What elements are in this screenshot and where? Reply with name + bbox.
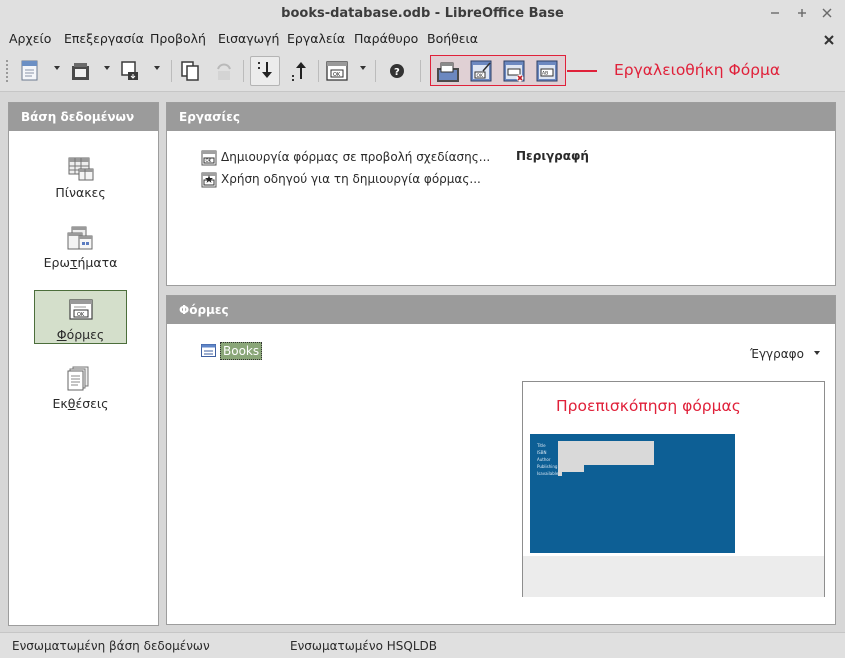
toolbar-separator xyxy=(243,60,244,82)
menu-file[interactable]: Αρχείο xyxy=(9,31,51,46)
open-dropdown-arrow-icon[interactable] xyxy=(104,66,110,70)
new-dropdown-arrow-icon[interactable] xyxy=(54,66,60,70)
svg-text:OK: OK xyxy=(477,73,485,79)
menu-bar: Αρχείο Επεξεργασία Προβολή Εισαγωγή Εργα… xyxy=(0,28,845,50)
status-database-type: Ενσωματωμένη βάση δεδομένων xyxy=(12,639,210,653)
database-panel: Βάση δεδομένων Πίνακες Ερωτήματα OK Φόρμ… xyxy=(8,102,159,626)
description-label: Περιγραφή xyxy=(516,149,589,163)
form-object-dropdown-arrow-icon[interactable] xyxy=(360,66,366,70)
svg-text:AB: AB xyxy=(542,71,548,77)
form-object-icon[interactable]: OK xyxy=(325,59,349,83)
menu-edit[interactable]: Επεξεργασία xyxy=(64,31,144,46)
toolbar-separator xyxy=(420,60,421,82)
form-toolbar-annotation: Εργαλειοθήκη Φόρμα xyxy=(614,61,781,79)
category-queries[interactable]: Ερωτήματα xyxy=(34,219,127,273)
minimize-icon[interactable] xyxy=(766,4,784,22)
preview-field-label: Publishing xyxy=(537,464,558,469)
window-title: books-database.odb - LibreOffice Base xyxy=(281,6,564,21)
tasks-panel: Εργασίες OK Δημιουργία φόρμας σε προβολή… xyxy=(166,102,836,286)
form-wizard-icon xyxy=(201,172,217,188)
tables-icon xyxy=(67,155,94,181)
delete-form-icon[interactable] xyxy=(502,59,526,83)
status-bar: Ενσωματωμένη βάση δεδομένων Ενσωματωμένο… xyxy=(0,632,845,658)
category-queries-label: Ερωτήματα xyxy=(43,255,118,270)
category-reports[interactable]: Εκθέσεις xyxy=(34,360,127,414)
close-document-icon[interactable] xyxy=(823,30,835,50)
preview-field-label: ISBN xyxy=(537,450,547,455)
form-preview-footer xyxy=(523,556,824,597)
form-list-item-label: Books xyxy=(220,342,263,360)
svg-text:OK: OK xyxy=(77,312,85,318)
category-forms[interactable]: OK Φόρμες xyxy=(34,290,127,344)
chevron-down-icon[interactable] xyxy=(814,351,820,355)
save-icon[interactable] xyxy=(119,59,143,83)
category-tables-label: Πίνακες xyxy=(55,185,106,200)
toolbar-separator xyxy=(375,60,376,82)
sort-ascending-icon[interactable] xyxy=(287,59,311,83)
maximize-icon[interactable] xyxy=(793,4,811,22)
svg-text:OK: OK xyxy=(333,72,341,78)
form-preview-image: Title ISBN Author Publishing Isavailable xyxy=(523,428,824,556)
open-icon[interactable] xyxy=(69,59,93,83)
edit-form-icon[interactable]: OK xyxy=(469,59,493,83)
form-item-icon xyxy=(201,344,217,357)
form-design-icon: OK xyxy=(201,150,217,166)
preview-field-box xyxy=(558,441,654,465)
title-bar: books-database.odb - LibreOffice Base xyxy=(0,0,845,28)
preview-field-label: Author xyxy=(537,457,551,462)
task-form-wizard-label: Χρήση οδηγού για τη δημιουργία φόρμας... xyxy=(221,172,481,186)
save-dropdown-arrow-icon[interactable] xyxy=(154,66,160,70)
help-icon[interactable]: ? xyxy=(385,59,409,83)
preview-form-canvas: Title ISBN Author Publishing Isavailable xyxy=(530,434,735,553)
paste-icon[interactable] xyxy=(212,59,236,83)
menu-tools[interactable]: Εργαλεία xyxy=(287,31,345,46)
menu-view[interactable]: Προβολή xyxy=(150,31,206,46)
task-create-form-design-label: Δημιουργία φόρμας σε προβολή σχεδίασης..… xyxy=(221,150,491,164)
forms-icon: OK xyxy=(68,297,95,323)
sort-descending-icon[interactable] xyxy=(253,59,277,83)
preview-mode-select[interactable]: Έγγραφο xyxy=(750,347,804,361)
queries-icon xyxy=(67,225,94,251)
new-document-icon[interactable] xyxy=(18,59,42,83)
category-tables[interactable]: Πίνακες xyxy=(34,149,127,203)
menu-window[interactable]: Παράθυρο xyxy=(354,31,418,46)
svg-text:?: ? xyxy=(394,67,400,78)
forms-panel: Φόρμες Books Έγγραφο Προεπισκόπηση φόρμα… xyxy=(166,295,836,625)
form-preview-annotation: Προεπισκόπηση φόρμας xyxy=(556,397,741,415)
form-preview: Προεπισκόπηση φόρμας Title ISBN Author P… xyxy=(522,381,825,597)
category-reports-label: Εκθέσεις xyxy=(52,396,109,411)
copy-icon[interactable] xyxy=(178,59,202,83)
menu-help[interactable]: Βοήθεια xyxy=(427,31,478,46)
preview-field-label: Title xyxy=(537,443,546,448)
preview-field-box xyxy=(558,465,584,472)
toolbar-grip[interactable] xyxy=(6,60,9,82)
preview-checkbox xyxy=(558,472,562,476)
tasks-panel-header: Εργασίες xyxy=(167,103,835,131)
annotation-arrow-line xyxy=(567,70,597,72)
database-panel-header: Βάση δεδομένων xyxy=(9,103,158,131)
forms-panel-header: Φόρμες xyxy=(167,296,835,324)
close-window-icon[interactable] xyxy=(818,4,836,22)
category-forms-label: Φόρμες xyxy=(56,327,105,342)
status-engine: Ενσωματωμένο HSQLDB xyxy=(290,639,437,653)
toolbar-separator xyxy=(318,60,319,82)
menu-insert[interactable]: Εισαγωγή xyxy=(218,31,279,46)
svg-text:OK: OK xyxy=(206,158,212,163)
rename-form-icon[interactable]: AB xyxy=(535,59,559,83)
toolbar-separator xyxy=(171,60,172,82)
reports-icon xyxy=(67,366,94,392)
preview-field-label: Isavailable xyxy=(537,471,559,476)
open-form-icon[interactable] xyxy=(436,59,460,83)
